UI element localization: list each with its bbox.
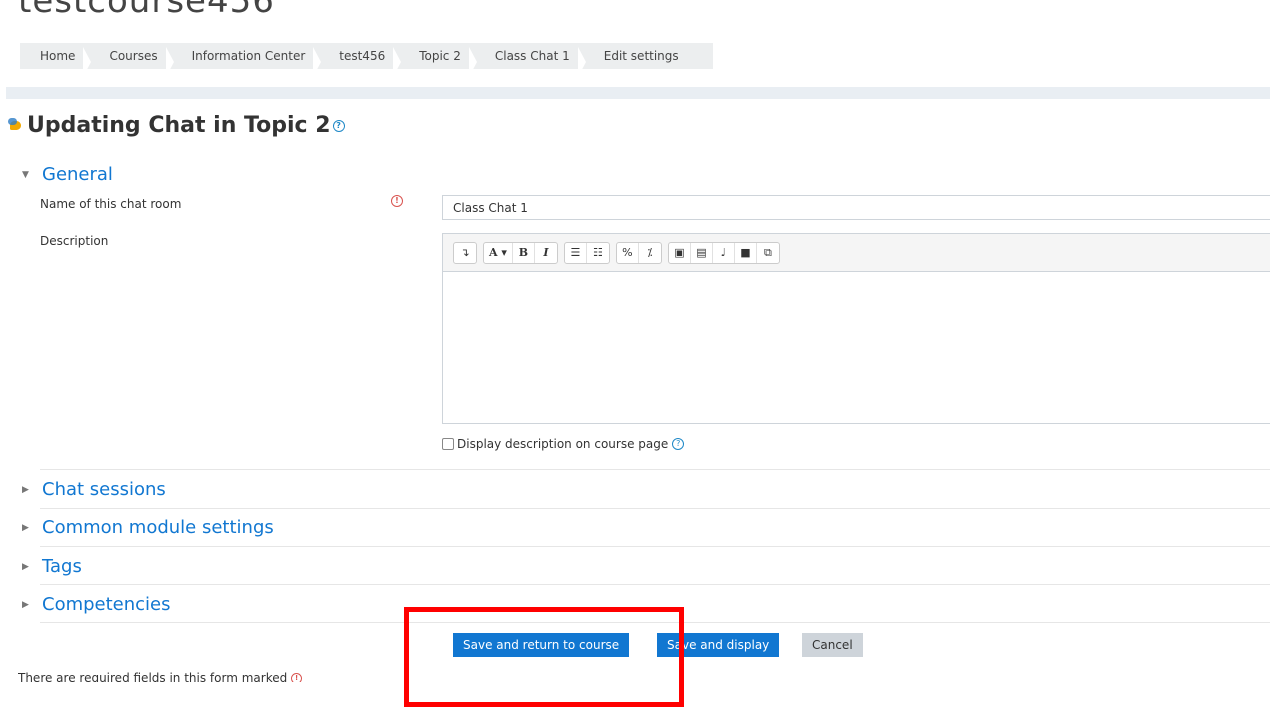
breadcrumb-home[interactable]: Home xyxy=(20,47,92,77)
paragraph-style-icon[interactable]: A ▾ xyxy=(484,242,513,263)
caret-right-icon: ▶ xyxy=(22,599,29,610)
italic-icon[interactable]: I xyxy=(535,243,557,263)
save-and-display-button[interactable]: Save and display xyxy=(657,633,780,657)
section-common-module-settings-label: Common module settings xyxy=(42,517,274,538)
display-description-label: Display description on course page xyxy=(457,437,669,451)
section-general-label: General xyxy=(42,164,113,185)
section-tags-toggle[interactable]: ▶ Tags xyxy=(22,556,82,577)
ordered-list-icon[interactable]: ☷ xyxy=(587,243,609,263)
section-tags-label: Tags xyxy=(42,556,82,577)
toolbar-group-media: ▣ ▤ ♩ ■ ⧉ xyxy=(667,241,780,264)
record-audio-icon[interactable]: ♩ xyxy=(713,242,735,263)
record-video-icon[interactable]: ■ xyxy=(735,242,757,263)
description-field-label: Description xyxy=(40,234,109,248)
section-divider xyxy=(40,546,1270,547)
breadcrumb: Home Courses Information Center test456 … xyxy=(20,43,713,77)
breadcrumb-edit-settings: Edit settings xyxy=(603,49,679,63)
section-common-module-settings-toggle[interactable]: ▶ Common module settings xyxy=(22,517,274,538)
page-title-text: Updating Chat in Topic 2 xyxy=(27,113,331,138)
toolbar-group-style: A ▾ B I xyxy=(483,241,558,264)
section-competencies-label: Competencies xyxy=(42,594,171,615)
help-icon[interactable]: ? xyxy=(672,438,685,450)
display-description-checkbox[interactable] xyxy=(442,438,454,450)
required-icon: ! xyxy=(391,195,403,207)
toolbar-group-collapse: ↴ xyxy=(453,241,477,264)
required-icon: ! xyxy=(291,673,303,682)
bold-icon[interactable]: B xyxy=(513,242,535,263)
caret-down-icon: ▼ xyxy=(22,169,29,180)
chat-icon xyxy=(8,118,21,130)
toolbar-group-lists: ☰ ☷ xyxy=(563,241,610,264)
required-fields-note: There are required fields in this form m… xyxy=(18,670,303,682)
page-title: Updating Chat in Topic 2 ? xyxy=(8,113,345,138)
image-icon[interactable]: ▣ xyxy=(669,242,691,263)
unordered-list-icon[interactable]: ☰ xyxy=(565,242,587,263)
section-chat-sessions-toggle[interactable]: ▶ Chat sessions xyxy=(22,479,166,500)
chat-name-input[interactable] xyxy=(442,195,1270,220)
header-band xyxy=(6,87,1270,99)
manage-files-icon[interactable]: ⧉ xyxy=(757,243,779,263)
section-chat-sessions-label: Chat sessions xyxy=(42,479,166,500)
section-divider xyxy=(40,584,1270,585)
section-competencies-toggle[interactable]: ▶ Competencies xyxy=(22,594,171,615)
unlink-icon[interactable]: ⁒ xyxy=(639,243,661,263)
caret-right-icon: ▶ xyxy=(22,484,29,495)
media-icon[interactable]: ▤ xyxy=(691,242,713,263)
name-field-label: Name of this chat room xyxy=(40,197,182,211)
section-divider xyxy=(40,508,1270,509)
section-divider xyxy=(40,469,1270,470)
breadcrumb-test456[interactable]: test456 xyxy=(319,47,402,77)
required-fields-note-text: There are required fields in this form m… xyxy=(18,671,288,682)
breadcrumb-information-center[interactable]: Information Center xyxy=(172,47,321,77)
caret-right-icon: ▶ xyxy=(22,561,29,572)
collapse-toolbar-icon[interactable]: ↴ xyxy=(454,243,476,263)
breadcrumb-courses[interactable]: Courses xyxy=(89,47,174,77)
cancel-button[interactable]: Cancel xyxy=(802,633,863,657)
description-editor: ↴ A ▾ B I ☰ ☷ % ⁒ ▣ ▤ ♩ ■ ⧉ xyxy=(442,233,1270,424)
caret-right-icon: ▶ xyxy=(22,522,29,533)
link-icon[interactable]: % xyxy=(617,242,639,263)
save-and-return-button[interactable]: Save and return to course xyxy=(453,633,630,657)
editor-content-area[interactable] xyxy=(443,272,1270,422)
editor-toolbar: ↴ A ▾ B I ☰ ☷ % ⁒ ▣ ▤ ♩ ■ ⧉ xyxy=(443,234,1270,272)
breadcrumb-topic-2[interactable]: Topic 2 xyxy=(399,47,477,77)
help-icon[interactable]: ? xyxy=(332,119,345,132)
toolbar-group-links: % ⁒ xyxy=(615,241,662,264)
course-title: testcourse456 xyxy=(18,0,275,20)
display-description-option[interactable]: Display description on course page ? xyxy=(442,437,685,451)
breadcrumb-class-chat-1[interactable]: Class Chat 1 xyxy=(475,47,586,77)
section-divider xyxy=(40,622,1270,623)
section-general-toggle[interactable]: ▼ General xyxy=(22,164,113,185)
